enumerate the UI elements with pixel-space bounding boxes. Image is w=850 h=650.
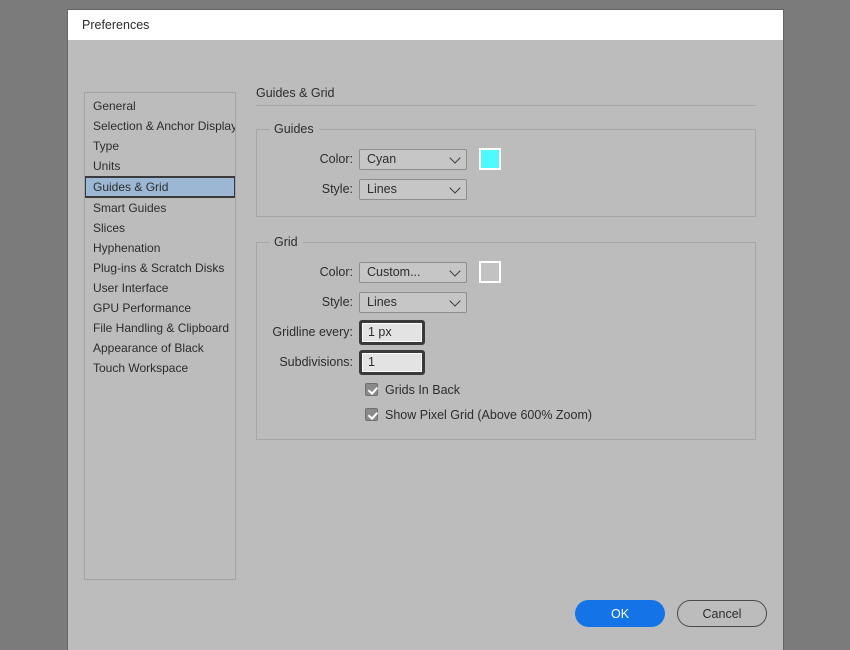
guides-color-swatch[interactable] — [479, 148, 501, 170]
ok-button[interactable]: OK — [575, 600, 665, 627]
grid-color-select[interactable]: Custom... — [359, 262, 467, 283]
grid-color-swatch[interactable] — [479, 261, 501, 283]
sidebar-item-gpu-performance[interactable]: GPU Performance — [85, 298, 235, 318]
sidebar-item-appearance-of-black[interactable]: Appearance of Black — [85, 338, 235, 358]
chevron-down-icon — [449, 265, 460, 276]
dialog-body: General Selection & Anchor Display Type … — [68, 40, 783, 650]
grid-style-label: Style: — [267, 295, 359, 309]
cancel-button[interactable]: Cancel — [677, 600, 767, 627]
grid-group: Grid Color: Custom... Style: Lines — [256, 235, 756, 440]
guides-color-label: Color: — [267, 152, 359, 166]
sidebar-item-guides-grid[interactable]: Guides & Grid — [84, 176, 236, 198]
dialog-title: Preferences — [82, 18, 149, 32]
guides-color-row: Color: Cyan — [267, 144, 745, 174]
preferences-category-list[interactable]: General Selection & Anchor Display Type … — [84, 92, 236, 580]
subdivisions-row: Subdivisions: 1 — [267, 347, 745, 377]
grid-style-row: Style: Lines — [267, 287, 745, 317]
guides-color-value: Cyan — [367, 152, 396, 166]
sidebar-item-general[interactable]: General — [85, 96, 235, 116]
grids-in-back-checkbox[interactable] — [365, 383, 378, 396]
guides-group: Guides Color: Cyan Style: Lines — [256, 122, 756, 217]
sidebar-item-selection-anchor-display[interactable]: Selection & Anchor Display — [85, 116, 235, 136]
guides-color-select[interactable]: Cyan — [359, 149, 467, 170]
settings-pane: Guides & Grid Guides Color: Cyan Style: … — [256, 86, 756, 458]
gridline-every-label: Gridline every: — [267, 325, 359, 339]
guides-style-value: Lines — [367, 182, 397, 196]
grids-in-back-label: Grids In Back — [385, 383, 460, 397]
sidebar-item-units[interactable]: Units — [85, 156, 235, 176]
preferences-dialog: Preferences General Selection & Anchor D… — [68, 10, 783, 650]
gridline-every-row: Gridline every: 1 px — [267, 317, 745, 347]
grid-color-value: Custom... — [367, 265, 421, 279]
grid-group-legend: Grid — [269, 235, 303, 249]
subdivisions-label: Subdivisions: — [267, 355, 359, 369]
show-pixel-grid-label: Show Pixel Grid (Above 600% Zoom) — [385, 408, 592, 422]
sidebar-item-plugins-scratch-disks[interactable]: Plug-ins & Scratch Disks — [85, 258, 235, 278]
grids-in-back-row[interactable]: Grids In Back — [267, 377, 745, 402]
page-title: Guides & Grid — [256, 86, 756, 106]
dialog-footer: OK Cancel — [68, 600, 783, 627]
guides-style-select[interactable]: Lines — [359, 179, 467, 200]
chevron-down-icon — [449, 152, 460, 163]
guides-group-legend: Guides — [269, 122, 319, 136]
gridline-every-input[interactable]: 1 px — [359, 320, 425, 345]
sidebar-item-file-handling-clipboard[interactable]: File Handling & Clipboard — [85, 318, 235, 338]
show-pixel-grid-row[interactable]: Show Pixel Grid (Above 600% Zoom) — [267, 402, 745, 427]
sidebar-item-hyphenation[interactable]: Hyphenation — [85, 238, 235, 258]
show-pixel-grid-checkbox[interactable] — [365, 408, 378, 421]
chevron-down-icon — [449, 295, 460, 306]
sidebar-item-smart-guides[interactable]: Smart Guides — [85, 198, 235, 218]
chevron-down-icon — [449, 182, 460, 193]
sidebar-item-touch-workspace[interactable]: Touch Workspace — [85, 358, 235, 378]
sidebar-item-slices[interactable]: Slices — [85, 218, 235, 238]
dialog-titlebar: Preferences — [68, 10, 783, 40]
grid-color-label: Color: — [267, 265, 359, 279]
subdivisions-input[interactable]: 1 — [359, 350, 425, 375]
gridline-every-value: 1 px — [362, 323, 422, 342]
grid-style-value: Lines — [367, 295, 397, 309]
subdivisions-value: 1 — [362, 353, 422, 372]
guides-style-row: Style: Lines — [267, 174, 745, 204]
guides-style-label: Style: — [267, 182, 359, 196]
sidebar-item-user-interface[interactable]: User Interface — [85, 278, 235, 298]
sidebar-item-type[interactable]: Type — [85, 136, 235, 156]
grid-style-select[interactable]: Lines — [359, 292, 467, 313]
grid-color-row: Color: Custom... — [267, 257, 745, 287]
